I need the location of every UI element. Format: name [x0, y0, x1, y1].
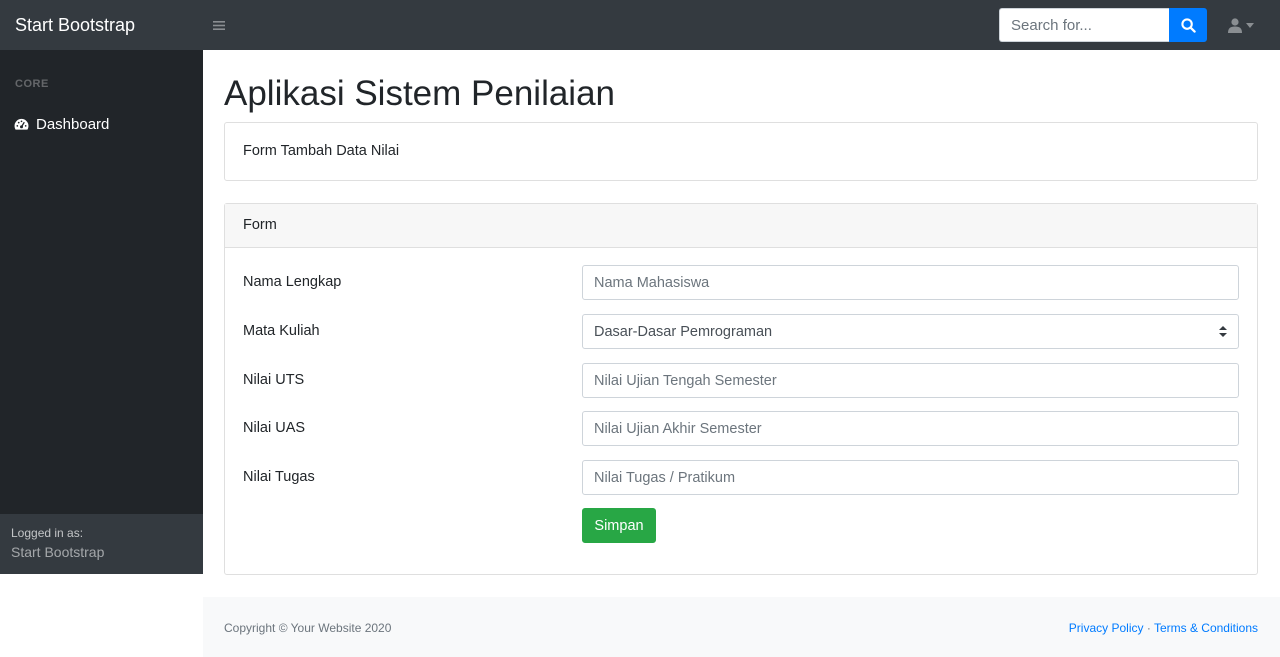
uas-input[interactable] [582, 411, 1239, 446]
sidebar-item-dashboard[interactable]: Dashboard [0, 110, 203, 138]
privacy-policy-link[interactable]: Privacy Policy [1069, 621, 1144, 635]
form-card-title: Form [243, 217, 277, 233]
nama-label: Nama Lengkap [243, 274, 342, 290]
top-navbar: Start Bootstrap [0, 0, 1280, 50]
dashboard-icon [14, 118, 29, 130]
logged-in-user: Start Bootstrap [11, 544, 105, 560]
sidebar-heading: CORE [15, 78, 49, 90]
search-button[interactable] [1169, 8, 1207, 42]
terms-link[interactable]: Terms & Conditions [1154, 621, 1258, 635]
sidebar-footer: Logged in as: Start Bootstrap [0, 514, 203, 574]
info-card: Form Tambah Data Nilai [224, 122, 1258, 181]
form-card-header: Form [225, 204, 1257, 248]
navbar-brand[interactable]: Start Bootstrap [0, 15, 203, 36]
form-card: Form Nama Lengkap Mata Kuliah Dasar-Dasa… [224, 203, 1258, 575]
menu-icon [213, 20, 225, 30]
uts-input[interactable] [582, 363, 1239, 398]
page-footer: Copyright © Your Website 2020 Privacy Po… [203, 597, 1280, 657]
uas-label: Nilai UAS [243, 420, 306, 436]
mata-kuliah-selected: Dasar-Dasar Pemrograman [594, 323, 773, 340]
caret-down-icon [1246, 22, 1254, 28]
tugas-label: Nilai Tugas [243, 469, 315, 485]
navbar-search [999, 8, 1207, 42]
mata-kuliah-select[interactable]: Dasar-Dasar Pemrograman [582, 314, 1239, 349]
sidebar-toggle-button[interactable] [205, 11, 233, 39]
form-row-nama: Nama Lengkap [243, 265, 1239, 300]
copyright-text: Copyright © Your Website 2020 [224, 621, 392, 635]
select-arrows-icon [1219, 326, 1227, 337]
sidebar-item-label: Dashboard [36, 115, 110, 133]
search-input[interactable] [999, 8, 1169, 42]
form-row-uts: Nilai UTS [243, 363, 1239, 398]
form-row-mata-kuliah: Mata Kuliah Dasar-Dasar Pemrograman [243, 314, 1239, 349]
tugas-input[interactable] [582, 460, 1239, 495]
footer-separator: · [1146, 621, 1151, 635]
form-row-tugas: Nilai Tugas [243, 460, 1239, 495]
sidebar: CORE Dashboard Logged in as: Start Boots… [0, 50, 203, 574]
nama-input[interactable] [582, 265, 1239, 300]
footer-links: Privacy Policy · Terms & Conditions [1069, 621, 1258, 635]
logged-in-label: Logged in as: [11, 526, 84, 540]
form-row-uas: Nilai UAS [243, 411, 1239, 446]
uts-label: Nilai UTS [243, 372, 305, 388]
info-card-text: Form Tambah Data Nilai [243, 143, 400, 159]
mata-kuliah-label: Mata Kuliah [243, 323, 320, 339]
page-title: Aplikasi Sistem Penilaian [224, 74, 616, 113]
user-dropdown[interactable] [1228, 15, 1254, 35]
user-icon [1228, 17, 1242, 33]
search-icon [1180, 17, 1196, 33]
simpan-button[interactable]: Simpan [582, 508, 656, 543]
